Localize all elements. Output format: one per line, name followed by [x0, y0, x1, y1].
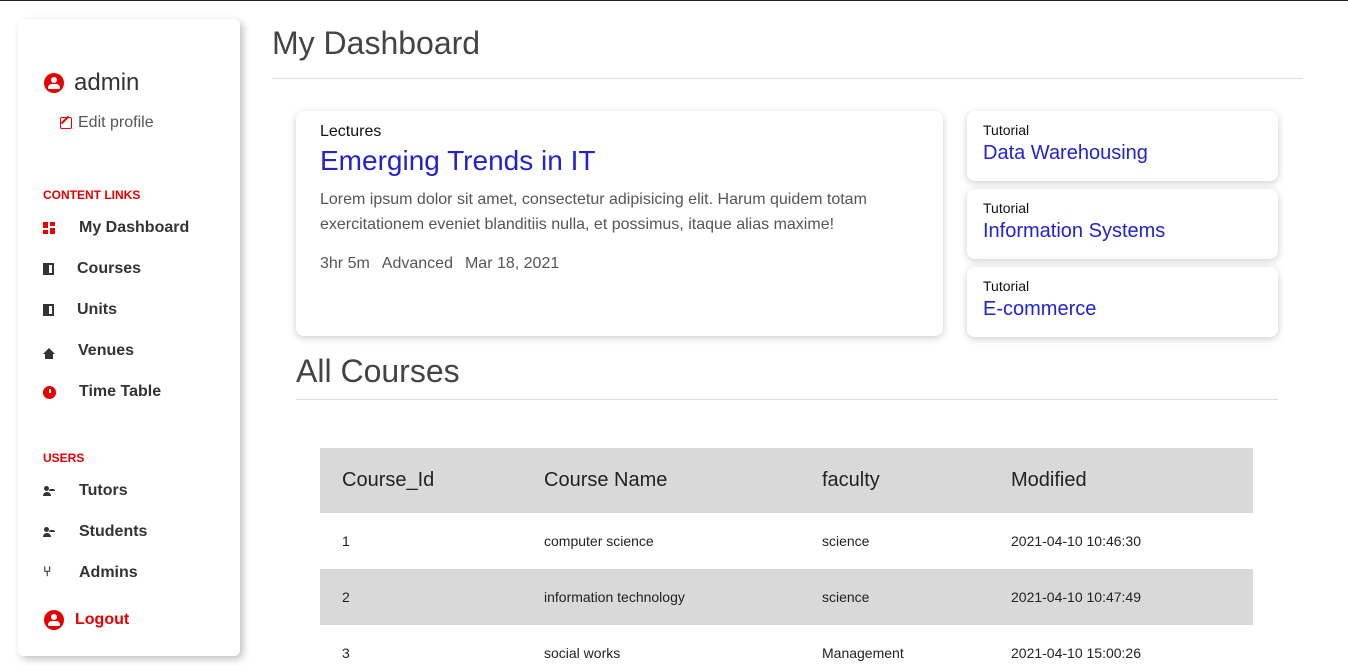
tutorial-title[interactable]: Information Systems — [983, 220, 1165, 243]
clock-icon — [43, 385, 56, 399]
profile: admin — [44, 69, 139, 97]
tutorial-title[interactable]: Data Warehousing — [983, 142, 1148, 165]
lecture-date: Mar 18, 2021 — [464, 255, 560, 272]
lecture-description: Lorem ipsum dolor sit amet, consectetur … — [320, 191, 867, 233]
table-cell: 2021-04-10 10:46:30 — [1011, 533, 1141, 549]
sidebar: admin Edit profile CONTENT LINKS My Dash… — [18, 19, 240, 656]
table-cell: 2 — [320, 569, 522, 625]
table-cell: 1 — [342, 533, 350, 549]
table-cell: 2021-04-10 10:47:49 — [989, 569, 1253, 625]
user-circle-icon — [44, 73, 64, 93]
logout-button[interactable]: Logout — [44, 610, 129, 630]
page-title: My Dashboard — [272, 25, 481, 61]
sidebar-item-label: Venues — [78, 342, 135, 359]
table-header-row: Course_Id Course Name faculty Modified — [320, 448, 1253, 513]
sidebar-item-label: Time Table — [79, 383, 162, 400]
tutorial-kind: Tutorial — [983, 278, 1030, 294]
sidebar-item-label: Admins — [79, 564, 138, 581]
sidebar-item-label: Tutors — [79, 482, 128, 499]
table-cell: science — [822, 533, 870, 549]
users-title: USERS — [43, 451, 85, 465]
table-cell: science — [800, 569, 989, 625]
table-row[interactable]: 1 computer science science 2021-04-10 10… — [320, 513, 1253, 569]
tutorial-kind: Tutorial — [983, 200, 1030, 216]
table-cell: Management — [822, 645, 904, 661]
content-links-title: CONTENT LINKS — [43, 188, 141, 202]
table-cell: 3 — [342, 645, 350, 661]
courses-table: Course_Id Course Name faculty Modified 1… — [320, 448, 1253, 671]
user-circle-icon — [44, 610, 64, 630]
edit-profile-label: Edit profile — [78, 114, 154, 131]
courses-heading: All Courses — [296, 353, 460, 389]
tutorial-title[interactable]: E-commerce — [983, 298, 1096, 321]
table-cell: information technology — [522, 569, 800, 625]
sidebar-item-venues[interactable]: Venues — [43, 342, 134, 360]
table-cell: social works — [544, 645, 621, 661]
edit-icon — [60, 117, 72, 129]
table-cell: 2021-04-10 15:00:26 — [1011, 645, 1141, 661]
divider — [296, 399, 1278, 400]
sidebar-item-students[interactable]: Students — [43, 523, 147, 541]
table-cell: computer science — [544, 533, 654, 549]
column-header[interactable]: Modified — [989, 448, 1253, 513]
sidebar-item-time-table[interactable]: Time Table — [43, 383, 161, 401]
sidebar-item-my-dashboard[interactable]: My Dashboard — [43, 219, 189, 237]
sidebar-item-label: My Dashboard — [79, 219, 190, 236]
tutorial-card[interactable]: Tutorial Data Warehousing — [967, 111, 1278, 181]
column-header[interactable]: Course Name — [522, 448, 800, 513]
sidebar-item-label: Students — [79, 523, 148, 540]
tutorial-kind: Tutorial — [983, 122, 1030, 138]
book-icon — [43, 263, 54, 275]
tutorial-card[interactable]: Tutorial E-commerce — [967, 267, 1278, 337]
lecture-duration: 3hr 5m — [320, 255, 370, 272]
users-icon — [43, 485, 56, 498]
column-header[interactable]: faculty — [800, 448, 989, 513]
column-header[interactable]: Course_Id — [320, 448, 522, 513]
lecture-kind: Lectures — [320, 123, 382, 140]
sidebar-item-admins[interactable]: Admins — [43, 564, 138, 582]
sidebar-item-tutors[interactable]: Tutors — [43, 482, 128, 500]
dashboard-icon — [43, 221, 56, 235]
branch-icon — [43, 564, 56, 580]
lecture-title[interactable]: Emerging Trends in IT — [320, 145, 595, 177]
lecture-level: Advanced — [381, 255, 453, 272]
sidebar-item-label: Units — [77, 301, 117, 318]
sidebar-item-units[interactable]: Units — [43, 301, 117, 319]
home-icon — [43, 348, 55, 359]
edit-profile-link[interactable]: Edit profile — [60, 114, 154, 132]
sidebar-item-label: Courses — [77, 260, 142, 277]
logout-label: Logout — [75, 611, 130, 628]
divider — [272, 78, 1303, 79]
profile-name: admin — [74, 69, 140, 96]
book-icon — [43, 304, 54, 316]
sidebar-item-courses[interactable]: Courses — [43, 260, 141, 278]
lecture-card[interactable]: Lectures Emerging Trends in IT Lorem ips… — [296, 111, 943, 336]
users-icon — [43, 526, 56, 539]
lecture-meta: 3hr 5m Advanced Mar 18, 2021 — [320, 255, 559, 273]
table-row[interactable]: 2 information technology science 2021-04… — [320, 569, 1253, 625]
table-row[interactable]: 3 social works Management 2021-04-10 15:… — [320, 625, 1253, 671]
tutorial-card[interactable]: Tutorial Information Systems — [967, 189, 1278, 259]
